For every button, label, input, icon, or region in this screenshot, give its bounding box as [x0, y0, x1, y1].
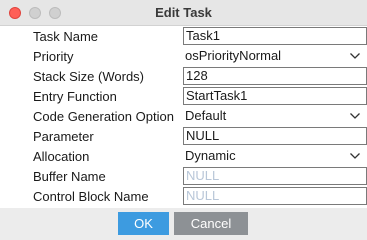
chevron-down-icon	[350, 153, 360, 159]
allocation-select[interactable]: Dynamic	[183, 147, 367, 165]
priority-label: Priority	[33, 49, 74, 64]
parameter-label: Parameter	[33, 129, 94, 144]
control-block-name-label: Control Block Name	[33, 189, 149, 204]
control-block-name-field[interactable]: NULL	[183, 187, 367, 205]
entry-function-field[interactable]: StartTask1	[183, 87, 367, 105]
ok-button[interactable]: OK	[118, 212, 169, 235]
stack-size-label: Stack Size (Words)	[33, 69, 145, 84]
cancel-button[interactable]: Cancel	[174, 212, 248, 235]
stack-size-field[interactable]: 128	[183, 67, 367, 85]
dialog-title: Edit Task	[155, 5, 212, 20]
code-generation-select[interactable]: Default	[183, 107, 367, 125]
task-name-field[interactable]: Task1	[183, 27, 367, 45]
edit-task-dialog: Edit Task Task Name Task1 Priority osPri…	[0, 0, 367, 240]
parameter-field[interactable]: NULL	[183, 127, 367, 145]
allocation-value: Dynamic	[185, 148, 236, 163]
title-bar: Edit Task	[0, 0, 367, 26]
code-generation-value: Default	[185, 108, 227, 123]
entry-function-label: Entry Function	[33, 89, 117, 104]
task-name-label: Task Name	[33, 29, 99, 44]
code-generation-label: Code Generation Option	[33, 109, 174, 124]
task-form: Task Name Task1 Priority osPriorityNorma…	[0, 26, 367, 208]
buffer-name-field[interactable]: NULL	[183, 167, 367, 185]
priority-value: osPriorityNormal	[185, 48, 282, 63]
chevron-down-icon	[350, 113, 360, 119]
priority-select[interactable]: osPriorityNormal	[183, 47, 367, 65]
buffer-name-label: Buffer Name	[33, 169, 106, 184]
button-bar: OK Cancel	[0, 208, 367, 240]
chevron-down-icon	[350, 53, 360, 59]
allocation-label: Allocation	[33, 149, 90, 164]
